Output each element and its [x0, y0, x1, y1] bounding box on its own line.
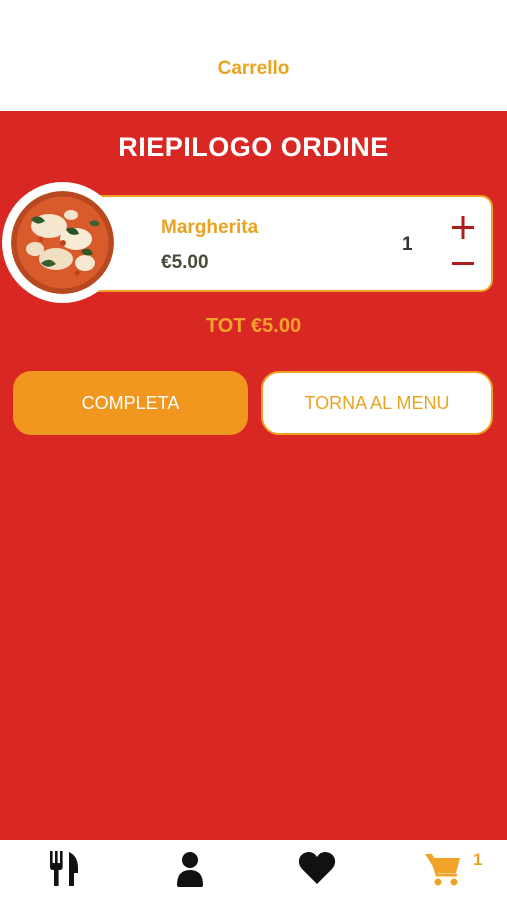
plus-icon [452, 216, 474, 239]
complete-order-button[interactable]: COMPLETA [13, 371, 248, 435]
cart-item-quantity: 1 [402, 234, 413, 255]
minus-icon [452, 262, 474, 265]
page-title: Carrello [217, 58, 290, 79]
cart-screen: RIEPILOGO ORDINE Margherita €5.00 1 TOT … [0, 111, 507, 840]
order-summary-title: RIEPILOGO ORDINE [118, 132, 389, 162]
tab-profile[interactable] [170, 848, 210, 888]
app-header: Carrello [0, 0, 507, 111]
heart-icon [298, 852, 336, 884]
user-icon [177, 852, 203, 887]
tab-menu[interactable] [44, 848, 84, 888]
margherita-pizza-photo [11, 191, 114, 294]
decrease-quantity-button[interactable] [448, 249, 478, 279]
order-total: TOT €5.00 [205, 315, 302, 337]
tab-cart[interactable] [423, 848, 463, 888]
cart-item-name: Margherita [161, 217, 259, 238]
cart-icon [425, 854, 460, 886]
bottom-tab-bar [0, 840, 507, 900]
cart-item-price: €5.00 [161, 252, 209, 273]
cart-count-badge: 1 [473, 850, 483, 869]
tab-favorites[interactable] [297, 848, 337, 888]
fork-knife-icon [50, 851, 78, 886]
back-to-menu-button[interactable]: TORNA AL MENU [261, 371, 493, 435]
cart-item-image [2, 182, 123, 303]
increase-quantity-button[interactable] [448, 213, 478, 243]
